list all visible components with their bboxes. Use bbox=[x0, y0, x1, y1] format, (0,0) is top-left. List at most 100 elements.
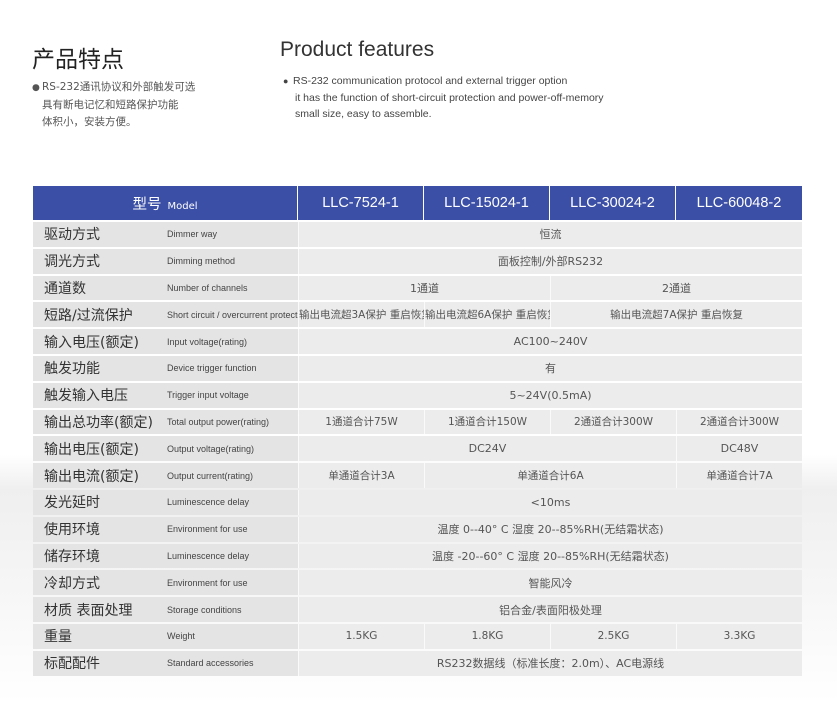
model-column-header: LLC-60048-2 bbox=[676, 186, 802, 220]
row-label-en: Short circuit / overcurrent protection bbox=[165, 302, 298, 328]
row-label-en: Device trigger function bbox=[165, 355, 298, 381]
bullet-icon: ● bbox=[283, 76, 289, 86]
table-row: 冷却方式 Environment for use 智能风冷 bbox=[33, 570, 802, 596]
cn-section-title: 产品特点 bbox=[32, 47, 124, 73]
row-label-cn: 标配配件 bbox=[33, 650, 165, 676]
cn-feature-list: ● RS-232通讯协议和外部触发可选 具有断电记忆和短路保护功能 体积小，安装方… bbox=[32, 79, 195, 131]
model-column-header: LLC-7524-1 bbox=[298, 186, 424, 220]
spec-value-cell: 单通道合计3A bbox=[298, 463, 424, 488]
table-row: 通道数 Number of channels 1通道 2通道 bbox=[33, 275, 802, 301]
en-section-title: Product features bbox=[280, 38, 435, 61]
model-header: 型号 Model bbox=[33, 186, 298, 220]
cn-feature-line: 体积小，安装方便。 bbox=[42, 116, 137, 128]
table-row: 驱动方式 Dimmer way 恒流 bbox=[33, 222, 802, 247]
model-column-header: LLC-30024-2 bbox=[550, 186, 676, 220]
row-label-cn: 重量 bbox=[33, 623, 165, 649]
row-label-cn: 输入电压(额定) bbox=[33, 329, 165, 354]
spec-value-cell: 2通道 bbox=[550, 275, 802, 301]
table-row: 输出电流(额定) Output current(rating) 单通道合计3A 单通道… bbox=[33, 463, 802, 488]
row-label-en: Luminescence delay bbox=[165, 489, 298, 515]
row-label-cn: 输出电流(额定) bbox=[33, 463, 165, 488]
row-label-cn: 触发输入电压 bbox=[33, 382, 165, 408]
row-label-cn: 输出电压(额定) bbox=[33, 436, 165, 462]
spec-value-cell: 铝合金/表面阳极处理 bbox=[298, 597, 802, 622]
row-label-en: Weight bbox=[165, 623, 298, 649]
spec-value-cell: 5~24V(0.5mA) bbox=[298, 382, 802, 408]
table-row: 发光延时 Luminescence delay <10ms bbox=[33, 489, 802, 515]
spec-value-cell: 输出电流超6A保护 重启恢复 bbox=[424, 302, 550, 328]
spec-value-cell: 温度 -20--60° C 湿度 20--85%RH(无结霜状态) bbox=[298, 543, 802, 569]
row-label-en: Output voltage(rating) bbox=[165, 436, 298, 462]
spec-value-cell: 面板控制/外部RS232 bbox=[298, 248, 802, 274]
spec-value-cell: 2通道合计300W bbox=[676, 409, 802, 435]
row-label-cn: 储存环境 bbox=[33, 543, 165, 569]
row-label-cn: 短路/过流保护 bbox=[33, 302, 165, 328]
row-label-cn: 使用环境 bbox=[33, 516, 165, 542]
en-feature-list: ● RS-232 communication protocol and exter… bbox=[283, 73, 604, 123]
spec-value-cell: <10ms bbox=[298, 489, 802, 515]
cn-feature-line: 具有断电记忆和短路保护功能 bbox=[42, 99, 179, 111]
spec-value-cell: RS232数据线（标准长度：2.0m）、AC电源线 bbox=[298, 650, 802, 676]
row-label-cn: 触发功能 bbox=[33, 355, 165, 381]
spec-value-cell: 温度 0--40° C 湿度 20--85%RH(无结霜状态) bbox=[298, 516, 802, 542]
spec-value-cell: 输出电流超3A保护 重启恢复 bbox=[298, 302, 424, 328]
row-label-en: Environment for use bbox=[165, 570, 298, 596]
bullet-icon: ● bbox=[32, 83, 40, 93]
row-label-en: Total output power(rating) bbox=[165, 409, 298, 435]
row-label-en: Luminescence delay bbox=[165, 543, 298, 569]
table-row: 触发功能 Device trigger function 有 bbox=[33, 355, 802, 381]
row-label-cn: 材质 表面处理 bbox=[33, 597, 165, 622]
spec-value-cell: 有 bbox=[298, 355, 802, 381]
row-label-en: Number of channels bbox=[165, 275, 298, 301]
spec-table: 型号 Model LLC-7524-1 LLC-15024-1 LLC-30024… bbox=[33, 184, 802, 678]
table-row: 触发输入电压 Trigger input voltage 5~24V(0.5mA) bbox=[33, 382, 802, 408]
table-row: 储存环境 Luminescence delay 温度 -20--60° C 湿度 2… bbox=[33, 543, 802, 569]
spec-value-cell: 输出电流超7A保护 重启恢复 bbox=[550, 302, 802, 328]
spec-value-cell: 单通道合计6A bbox=[424, 463, 676, 488]
row-label-en: Dimming method bbox=[165, 248, 298, 274]
spec-value-cell: 1.8KG bbox=[424, 623, 550, 649]
spec-value-cell: 1通道合计150W bbox=[424, 409, 550, 435]
spec-value-cell: 2通道合计300W bbox=[550, 409, 676, 435]
spec-table-body: 驱动方式 Dimmer way 恒流 调光方式 Dimming method 面板控制/外… bbox=[33, 222, 802, 676]
row-label-cn: 输出总功率(额定) bbox=[33, 409, 165, 435]
table-row: 输出总功率(额定) Total output power(rating) 1通道合计… bbox=[33, 409, 802, 435]
cn-feature-line: ● RS-232通讯协议和外部触发可选 bbox=[32, 79, 195, 97]
spec-value-cell: 单通道合计7A bbox=[676, 463, 802, 488]
model-column-header: LLC-15024-1 bbox=[424, 186, 550, 220]
en-feature-line: it has the function of short-circuit pro… bbox=[295, 91, 604, 104]
spec-value-cell: AC100~240V bbox=[298, 329, 802, 354]
row-label-en: Dimmer way bbox=[165, 222, 298, 247]
spec-value-cell: 2.5KG bbox=[550, 623, 676, 649]
spec-value-cell: 1.5KG bbox=[298, 623, 424, 649]
spec-value-cell: DC48V bbox=[676, 436, 802, 462]
spec-value-cell: DC24V bbox=[298, 436, 676, 462]
table-row: 重量 Weight 1.5KG 1.8KG 2.5KG 3.3KG bbox=[33, 623, 802, 649]
row-label-cn: 通道数 bbox=[33, 275, 165, 301]
en-feature-line: small size, easy to assemble. bbox=[295, 108, 432, 120]
row-label-en: Input voltage(rating) bbox=[165, 329, 298, 354]
table-header-row: 型号 Model LLC-7524-1 LLC-15024-1 LLC-30024… bbox=[33, 186, 802, 220]
table-row: 标配配件 Standard accessories RS232数据线（标准长度：2.… bbox=[33, 650, 802, 676]
spec-value-cell: 3.3KG bbox=[676, 623, 802, 649]
row-label-cn: 发光延时 bbox=[33, 489, 165, 515]
spec-value-cell: 1通道合计75W bbox=[298, 409, 424, 435]
table-row: 材质 表面处理 Storage conditions 铝合金/表面阳极处理 bbox=[33, 597, 802, 622]
table-row: 调光方式 Dimming method 面板控制/外部RS232 bbox=[33, 248, 802, 274]
spec-value-cell: 1通道 bbox=[298, 275, 550, 301]
table-row: 输入电压(额定) Input voltage(rating) AC100~240V bbox=[33, 329, 802, 354]
row-label-cn: 调光方式 bbox=[33, 248, 165, 274]
row-label-en: Standard accessories bbox=[165, 650, 298, 676]
table-row: 使用环境 Environment for use 温度 0--40° C 湿度 20… bbox=[33, 516, 802, 542]
row-label-cn: 冷却方式 bbox=[33, 570, 165, 596]
row-label-en: Output current(rating) bbox=[165, 463, 298, 488]
row-label-en: Trigger input voltage bbox=[165, 382, 298, 408]
row-label-en: Environment for use bbox=[165, 516, 298, 542]
en-feature-line: ● RS-232 communication protocol and exter… bbox=[283, 73, 604, 90]
table-row: 短路/过流保护 Short circuit / overcurrent prote… bbox=[33, 302, 802, 328]
row-label-en: Storage conditions bbox=[165, 597, 298, 622]
spec-value-cell: 恒流 bbox=[298, 222, 802, 247]
table-row: 输出电压(额定) Output voltage(rating) DC24V DC48V bbox=[33, 436, 802, 462]
row-label-cn: 驱动方式 bbox=[33, 222, 165, 247]
spec-value-cell: 智能风冷 bbox=[298, 570, 802, 596]
